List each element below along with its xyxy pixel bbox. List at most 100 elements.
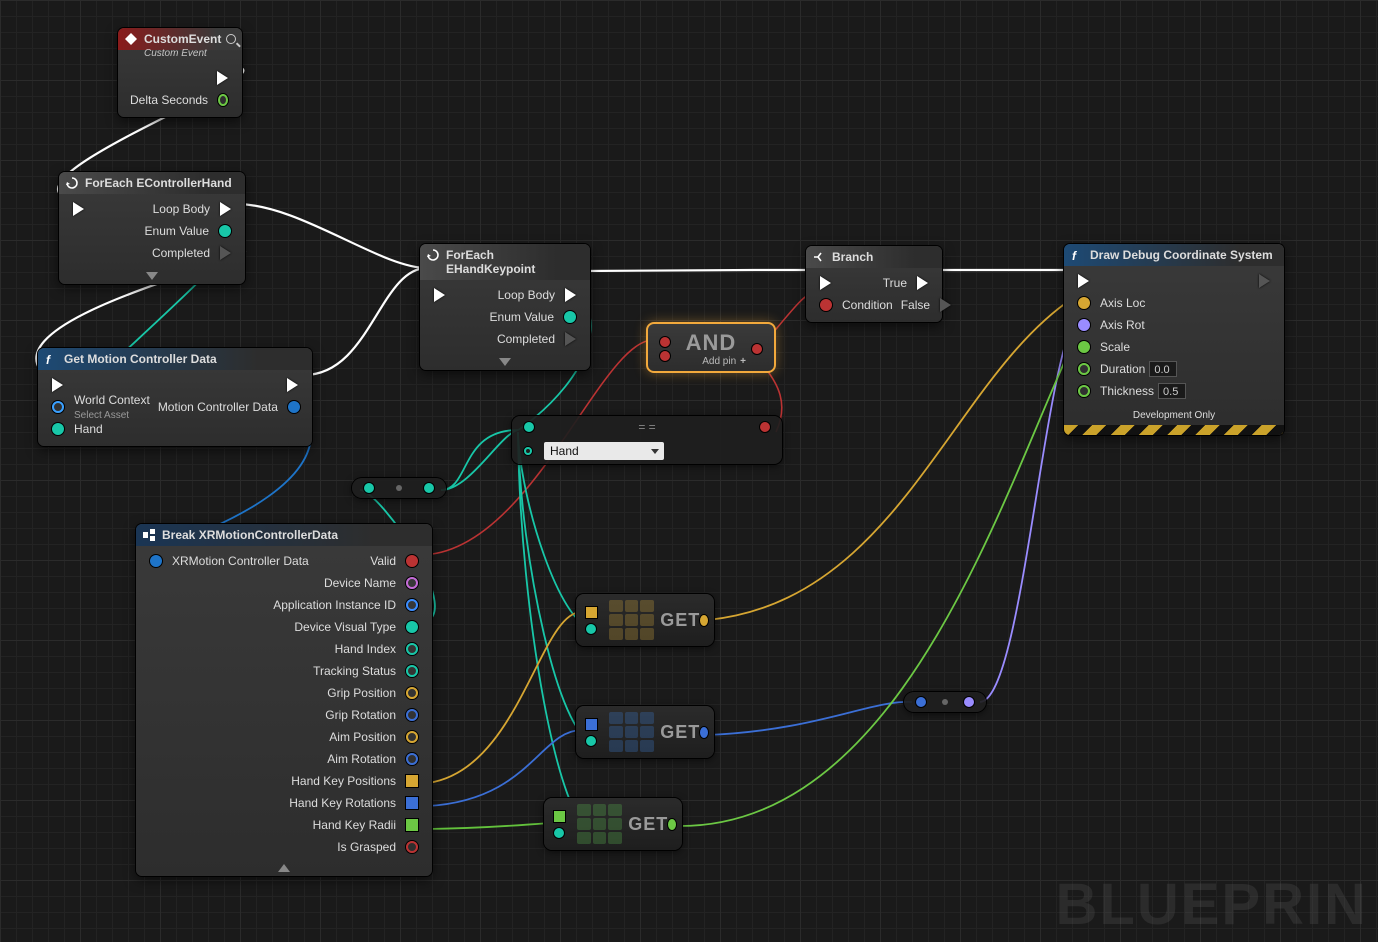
node-branch[interactable]: Branch True ConditionFalse [806,246,942,322]
quat-out-pin[interactable] [406,709,418,721]
expand-icon[interactable] [146,272,158,280]
node-foreach-controllerhand[interactable]: ForEach EControllerHand Loop Body Enum V… [59,172,245,284]
bool-in-pin[interactable] [660,337,670,347]
node-boolean-and[interactable]: AND Add pin+ [646,322,776,373]
exec-in-pin[interactable] [1078,274,1089,288]
pin-label: Hand Key Rotations [285,796,400,810]
exec-out-false-pin[interactable] [940,298,951,312]
exec-out-loop-pin[interactable] [565,288,576,302]
array-in-pin[interactable] [586,607,597,618]
pin-label: Aim Rotation [323,752,400,766]
pin-label: Axis Loc [1096,296,1149,310]
pin[interactable] [424,483,434,493]
expand-icon[interactable] [499,358,511,366]
plus-icon[interactable]: + [740,356,746,367]
enum-in-pin[interactable] [524,422,534,432]
exec-out-true-pin[interactable] [917,276,928,290]
int-in-pin[interactable] [586,736,596,746]
node-custom-event[interactable]: CustomEvent Custom Event Delta Seconds [118,28,242,117]
exec-in-pin[interactable] [52,378,63,392]
pin-label: Is Grasped [333,840,400,854]
branch-icon [812,250,826,264]
enum-out-pin[interactable] [406,665,418,677]
pin[interactable] [364,483,374,493]
dot-icon [942,699,948,705]
array-out-pin[interactable] [406,797,418,809]
blueprint-watermark: BLUEPRIN [1056,871,1368,938]
exec-out-pin[interactable] [287,378,298,392]
int-in-pin[interactable] [554,828,564,838]
exec-in-pin[interactable] [434,288,445,302]
enum-in-pin[interactable] [52,423,64,435]
node-equal-enum[interactable]: = = Hand [512,416,782,464]
exec-out-loop-pin[interactable] [220,202,231,216]
vector-out-pin[interactable] [700,615,708,626]
pin-label: Hand Index [331,642,400,656]
exec-out-completed-pin[interactable] [565,332,576,346]
float-in-pin[interactable] [1078,341,1090,353]
struct-out-pin[interactable] [406,599,418,611]
struct-out-pin[interactable] [288,401,300,413]
node-array-get[interactable]: GET [544,798,682,850]
array-out-pin[interactable] [406,819,418,831]
name-out-pin[interactable] [406,577,418,589]
float-in-pin[interactable] [1078,363,1090,375]
vector-in-pin[interactable] [1078,297,1090,309]
node-reroute[interactable] [904,692,986,712]
enum-out-pin[interactable] [406,621,418,633]
node-get-motion-controller-data[interactable]: f Get Motion Controller Data World Conte… [38,348,312,446]
node-reroute[interactable] [352,478,446,498]
float-out-pin[interactable] [218,94,228,106]
collapse-icon[interactable] [278,864,290,872]
bool-in-pin[interactable] [660,351,670,361]
bool-out-pin[interactable] [752,344,762,354]
exec-in-pin[interactable] [820,276,831,290]
exec-out-completed-pin[interactable] [220,246,231,260]
node-array-get[interactable]: GET [576,594,714,646]
array-in-pin[interactable] [554,811,565,822]
pin-label: Grip Position [323,686,400,700]
bool-out-pin[interactable] [406,555,418,567]
bool-out-pin[interactable] [406,841,418,853]
pin-label: XRMotion Controller Data [168,554,313,568]
node-label: GET [660,610,700,631]
float-in-pin[interactable] [1078,385,1090,397]
float-input[interactable]: 0.0 [1149,361,1177,377]
node-title: f Get Motion Controller Data [38,348,312,370]
node-array-get[interactable]: GET [576,706,714,758]
enum-out-pin[interactable] [564,311,576,323]
bool-in-pin[interactable] [820,299,832,311]
search-icon [226,34,236,44]
grid-icon [609,712,654,752]
float-out-pin[interactable] [668,819,676,830]
add-pin-label: Add pin [702,356,736,367]
vector-out-pin[interactable] [406,731,418,743]
enum-in-pin[interactable] [524,447,532,455]
array-in-pin[interactable] [586,719,597,730]
enum-out-pin[interactable] [219,225,231,237]
node-foreach-handkeypoint[interactable]: ForEach EHandKeypoint Loop Body Enum Val… [420,244,590,370]
float-input[interactable]: 0.5 [1158,383,1186,399]
int-in-pin[interactable] [586,624,596,634]
vector-out-pin[interactable] [406,687,418,699]
node-title: f Draw Debug Coordinate System [1064,244,1284,266]
exec-in-pin[interactable] [73,202,84,216]
enum-dropdown[interactable]: Hand [544,442,664,460]
quat-out-pin[interactable] [700,727,708,738]
pin-label: Completed [148,246,214,260]
enum-out-pin[interactable] [406,643,418,655]
pin[interactable] [964,697,974,707]
rotator-in-pin[interactable] [1078,319,1090,331]
pin[interactable] [916,697,926,707]
node-draw-debug-coordinate-system[interactable]: f Draw Debug Coordinate System Axis Loc … [1064,244,1284,435]
node-break-xrmotioncontrollerdata[interactable]: Break XRMotionControllerData XRMotion Co… [136,524,432,876]
macro-loop-icon [65,176,79,190]
exec-out-pin[interactable] [1259,274,1270,288]
object-in-pin[interactable] [52,401,64,413]
pin-label: True [879,276,911,290]
quat-out-pin[interactable] [406,753,418,765]
bool-out-pin[interactable] [760,422,770,432]
exec-out-pin[interactable] [217,71,228,85]
struct-in-pin[interactable] [150,555,162,567]
array-out-pin[interactable] [406,775,418,787]
